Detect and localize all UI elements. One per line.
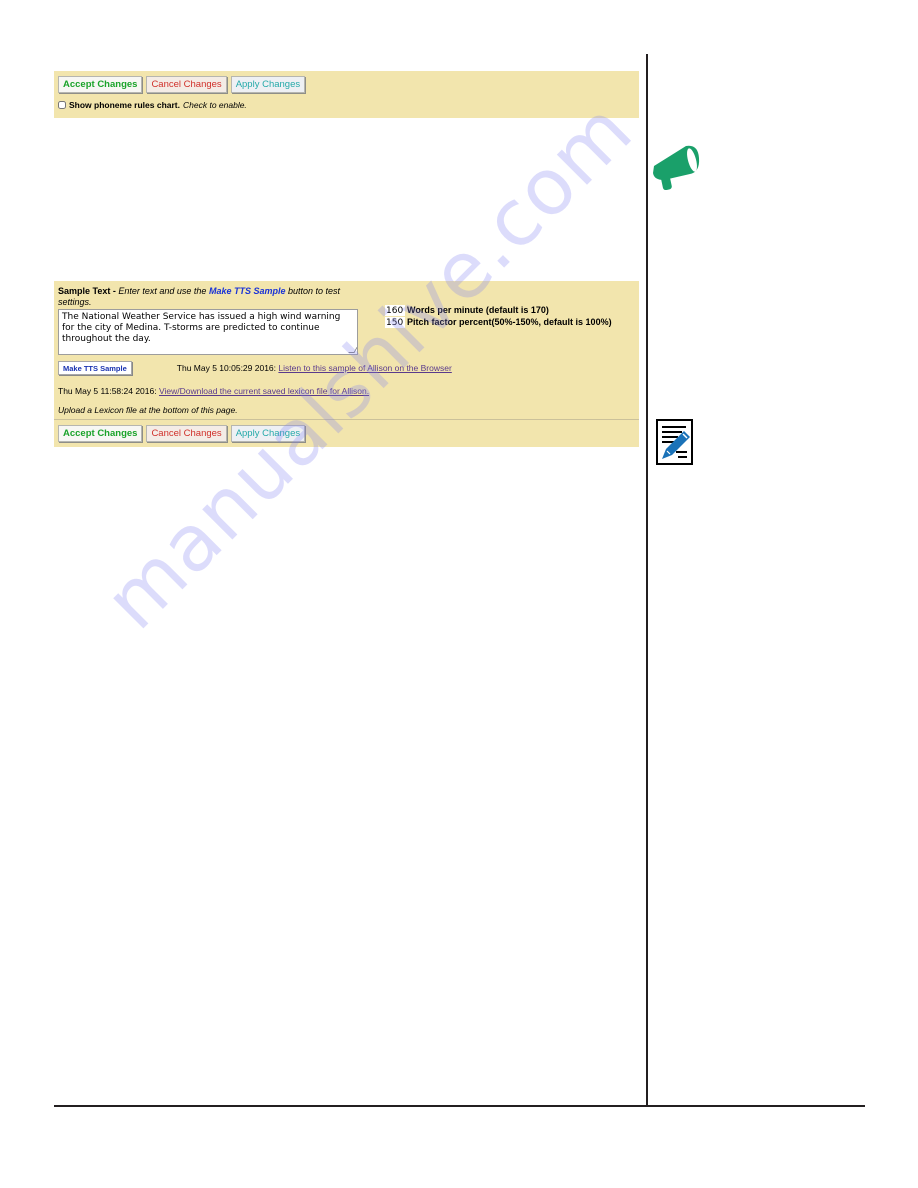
listen-sample-link[interactable]: Listen to this sample of Allison on the … [278, 363, 451, 373]
apply-changes-button[interactable]: Apply Changes [230, 76, 306, 93]
phoneme-chart-label: Show phoneme rules chart. [69, 100, 180, 110]
words-per-minute-label: Words per minute (default is 170) [407, 305, 549, 315]
phoneme-chart-hint: Check to enable. [183, 100, 247, 110]
tts-sample-status: Thu May 5 10:05:29 2016: Listen to this … [177, 363, 452, 373]
upload-lexicon-note: Upload a Lexicon file at the bottom of t… [58, 405, 238, 415]
download-lexicon-link[interactable]: View/Download the current saved lexicon … [159, 386, 369, 396]
pitch-factor-label: Pitch factor percent(50%-150%, default i… [407, 317, 612, 327]
words-per-minute-input[interactable] [385, 305, 405, 316]
cancel-changes-button-bottom[interactable]: Cancel Changes [146, 425, 227, 442]
cancel-changes-button[interactable]: Cancel Changes [146, 76, 227, 93]
lexicon-download-row: Thu May 5 11:58:24 2016: View/Download t… [58, 386, 369, 396]
pitch-factor-row: Pitch factor percent(50%-150%, default i… [385, 317, 625, 328]
panel-divider [54, 419, 639, 420]
accept-changes-button[interactable]: Accept Changes [58, 76, 143, 93]
voice-settings: Words per minute (default is 170) Pitch … [385, 305, 625, 329]
bottom-action-button-row: Accept Changes Cancel Changes Apply Chan… [58, 425, 306, 442]
lexicon-actions-panel: Accept Changes Cancel Changes Apply Chan… [54, 71, 639, 118]
pitch-factor-input[interactable] [385, 317, 405, 328]
sample-text-heading: Sample Text - Enter text and use the Mak… [58, 286, 358, 308]
resize-handle[interactable] [348, 347, 357, 353]
phoneme-chart-option: Show phoneme rules chart. Check to enabl… [58, 100, 635, 110]
note-pencil-icon [656, 419, 693, 465]
sample-text-instruction: Enter text and use the [118, 286, 207, 296]
sample-text-value: The National Weather Service has issued … [62, 312, 341, 344]
accept-changes-button-bottom[interactable]: Accept Changes [58, 425, 143, 442]
footer-rule [54, 1105, 865, 1107]
sample-text-panel: Sample Text - Enter text and use the Mak… [54, 281, 639, 447]
words-per-minute-row: Words per minute (default is 170) [385, 305, 625, 316]
action-button-row: Accept Changes Cancel Changes Apply Chan… [58, 76, 635, 93]
column-divider [646, 54, 648, 1107]
sample-text-highlight: Make TTS Sample [208, 286, 286, 296]
sample-text-title: Sample Text - [58, 286, 116, 296]
apply-changes-button-bottom[interactable]: Apply Changes [230, 425, 306, 442]
tts-timestamp: Thu May 5 10:05:29 2016: [176, 363, 277, 373]
lexicon-timestamp: Thu May 5 11:58:24 2016: [58, 386, 157, 396]
phoneme-chart-checkbox[interactable] [58, 101, 66, 109]
make-tts-sample-button[interactable]: Make TTS Sample [58, 361, 132, 375]
sample-text-input[interactable]: The National Weather Service has issued … [58, 309, 358, 355]
megaphone-icon [653, 145, 700, 190]
tts-sample-row: Make TTS Sample Thu May 5 10:05:29 2016:… [58, 361, 452, 375]
